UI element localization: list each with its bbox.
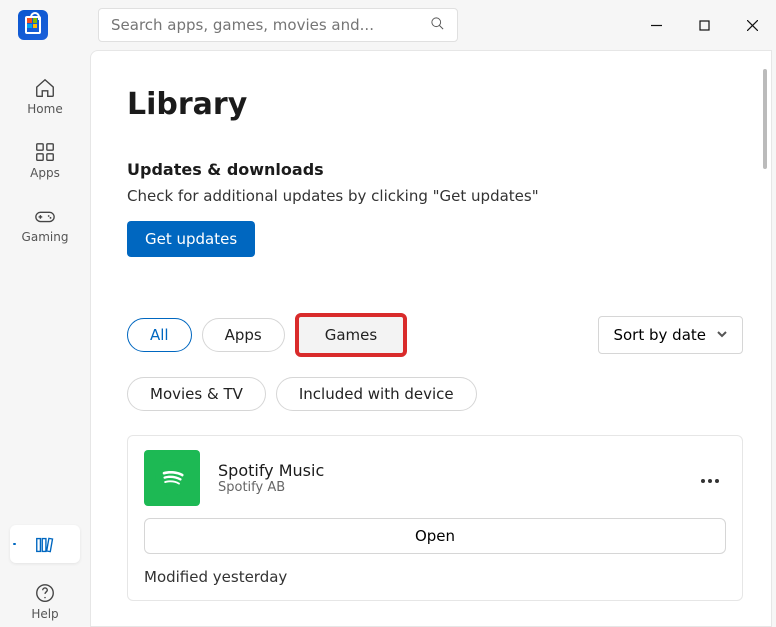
library-item: Spotify Music Spotify AB Open Modified y… xyxy=(127,435,743,601)
get-updates-button[interactable]: Get updates xyxy=(127,221,255,257)
app-icon-spotify xyxy=(144,450,200,506)
sort-dropdown[interactable]: Sort by date xyxy=(598,316,743,354)
content-area: Library Updates & downloads Check for ad… xyxy=(90,50,772,627)
microsoft-store-window: Home Apps Gaming Library Help xyxy=(0,0,776,627)
search-input[interactable] xyxy=(111,16,430,34)
chevron-down-icon xyxy=(716,326,728,344)
gaming-icon xyxy=(33,204,57,228)
open-button[interactable]: Open xyxy=(144,518,726,554)
app-name: Spotify Music xyxy=(218,461,324,480)
filter-row: All Apps Games Sort by date Movies & TV … xyxy=(127,313,743,411)
nav-library[interactable]: Library xyxy=(10,525,80,563)
sort-label: Sort by date xyxy=(613,326,706,344)
store-logo-icon xyxy=(18,10,48,40)
search-icon xyxy=(430,16,445,35)
more-options-button[interactable] xyxy=(694,463,726,494)
nav-home[interactable]: Home xyxy=(10,68,80,122)
modified-text: Modified yesterday xyxy=(144,568,726,586)
nav-gaming[interactable]: Gaming xyxy=(10,196,80,250)
close-button[interactable] xyxy=(728,0,776,50)
scrollbar[interactable] xyxy=(763,69,767,169)
filter-movies-tv[interactable]: Movies & TV xyxy=(127,377,266,411)
maximize-button[interactable] xyxy=(680,0,728,50)
library-icon xyxy=(33,533,57,557)
nav-label: Gaming xyxy=(22,230,69,244)
app-publisher: Spotify AB xyxy=(218,480,324,495)
nav-label: Home xyxy=(27,102,62,116)
nav-label: Help xyxy=(31,607,58,621)
app-meta: Spotify Music Spotify AB xyxy=(218,461,324,495)
apps-icon xyxy=(33,140,57,164)
search-box[interactable] xyxy=(98,8,458,42)
filter-all[interactable]: All xyxy=(127,318,192,352)
nav-apps[interactable]: Apps xyxy=(10,132,80,186)
filter-apps[interactable]: Apps xyxy=(202,318,285,352)
updates-heading: Updates & downloads xyxy=(127,160,743,179)
nav-help[interactable]: Help xyxy=(10,573,80,627)
page-title: Library xyxy=(127,87,743,122)
help-icon xyxy=(33,581,57,605)
titlebar xyxy=(0,0,776,50)
filter-included[interactable]: Included with device xyxy=(276,377,477,411)
updates-subtext: Check for additional updates by clicking… xyxy=(127,187,743,205)
filter-games[interactable]: Games xyxy=(295,313,407,357)
nav-label: Apps xyxy=(30,166,60,180)
window-controls xyxy=(632,0,776,50)
sidebar: Home Apps Gaming Library Help xyxy=(0,50,90,627)
minimize-button[interactable] xyxy=(632,0,680,50)
home-icon xyxy=(33,76,57,100)
